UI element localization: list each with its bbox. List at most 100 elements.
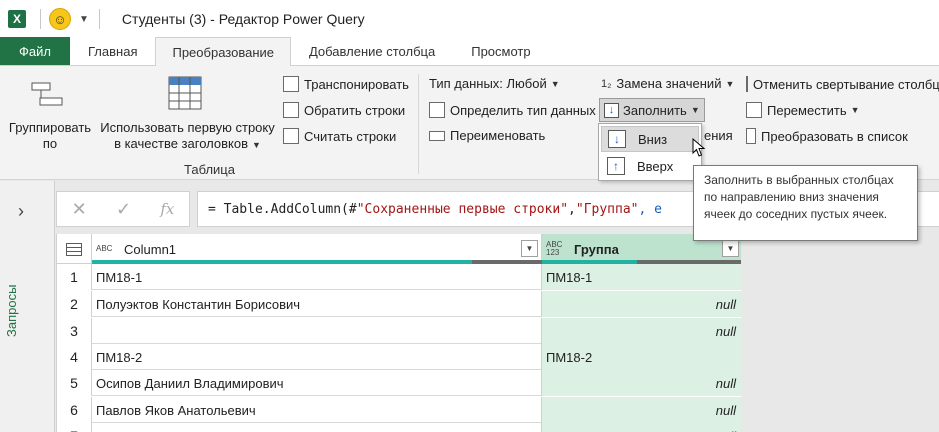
detect-type-icon: [429, 102, 445, 118]
queries-label[interactable]: Запросы: [4, 271, 44, 351]
move-icon: [746, 102, 762, 118]
filter-dropdown-icon[interactable]: ▼: [521, 240, 538, 257]
rename-label: Переименовать: [450, 128, 546, 143]
fill-up-label: Вверх: [637, 158, 674, 174]
window-title: Студенты (3) - Редактор Power Query: [121, 11, 365, 27]
row-number[interactable]: 1: [57, 264, 92, 290]
table-row: 3 null: [57, 318, 741, 344]
row-number[interactable]: 6: [57, 397, 92, 423]
excel-icon[interactable]: X: [8, 10, 26, 28]
fx-icon[interactable]: fx: [160, 200, 174, 218]
filter-dropdown-icon[interactable]: ▼: [722, 240, 739, 257]
grid-header: ABC Column1 ▼ ABC 123 Группа ▼: [57, 234, 741, 264]
reverse-rows-icon: [283, 102, 299, 118]
cell[interactable]: null: [542, 370, 741, 396]
column-name: Группа: [574, 241, 619, 257]
data-type-label: Тип данных: Любой: [429, 76, 547, 91]
cell[interactable]: null: [542, 291, 741, 317]
chevron-down-icon: ▼: [252, 140, 261, 150]
table-menu-icon[interactable]: [57, 234, 92, 264]
reverse-rows-button[interactable]: Обратить строки: [283, 102, 405, 118]
ribbon: Группировать по Использовать первую стро…: [0, 66, 939, 180]
cell[interactable]: null: [542, 397, 741, 423]
detect-type-label: Определить тип данных: [450, 102, 596, 118]
arrow-down-icon: ↓: [604, 102, 619, 118]
unpivot-label: Отменить свертывание столбцов: [753, 76, 939, 92]
fill-down-tooltip: Заполнить в выбранных столбцах по направ…: [693, 165, 918, 241]
row-number[interactable]: 3: [57, 318, 92, 344]
chevron-down-icon: ▼: [725, 78, 735, 89]
cell[interactable]: ПМ18-2: [92, 344, 542, 370]
use-first-row-label-1: Использовать первую строку: [100, 120, 275, 135]
row-number[interactable]: 4: [57, 344, 92, 370]
unpivot-button[interactable]: Отменить свертывание столбцов: [746, 76, 939, 92]
chevron-right-icon[interactable]: ›: [18, 201, 24, 222]
cell[interactable]: [92, 423, 542, 432]
cell[interactable]: Осипов Даниил Владимирович: [92, 370, 542, 396]
hidden-behind-menu-label: ения: [704, 128, 733, 143]
type-any-icon[interactable]: ABC 123: [546, 241, 568, 257]
fill-down-item[interactable]: ↓ Вниз: [601, 126, 699, 152]
group-by-button[interactable]: Группировать по: [6, 120, 94, 152]
table-row: 2 Полуэктов Константин Борисович null: [57, 291, 741, 317]
queries-pane: › Запросы: [0, 181, 55, 432]
formula-string-1: "Сохраненные первые строки": [356, 201, 569, 217]
cancel-icon[interactable]: ✕: [72, 199, 87, 220]
replace-values-button[interactable]: 1₂ Замена значений ▼: [601, 76, 734, 91]
title-bar: X ☺ ▼ Студенты (3) - Редактор Power Quer…: [0, 0, 939, 38]
chevron-down-icon: ▼: [550, 78, 560, 89]
arrow-up-icon: ↑: [607, 157, 625, 175]
group-by-label-1: Группировать: [8, 120, 92, 135]
tab-home[interactable]: Главная: [70, 37, 155, 65]
tab-file[interactable]: Файл: [0, 37, 70, 65]
row-number[interactable]: 2: [57, 291, 92, 317]
transpose-icon: [283, 76, 299, 92]
tab-add-column[interactable]: Добавление столбца: [291, 37, 453, 65]
type-text-icon[interactable]: ABC: [96, 245, 118, 253]
table-row: 5 Осипов Даниил Владимирович null: [57, 370, 741, 396]
count-rows-button[interactable]: Считать строки: [283, 128, 396, 144]
group-by-icon[interactable]: [30, 80, 66, 110]
table-row: 1 ПМ18-1 ПМ18-1: [57, 264, 741, 290]
row-number[interactable]: 5: [57, 370, 92, 396]
list-icon: [746, 128, 756, 144]
cell[interactable]: ПМ18-1: [542, 264, 741, 290]
detect-type-button[interactable]: Определить тип данных: [429, 102, 596, 118]
cell[interactable]: [92, 318, 542, 344]
rename-icon: [429, 130, 445, 141]
cell[interactable]: null: [542, 318, 741, 344]
tab-transform[interactable]: Преобразование: [155, 37, 291, 66]
ribbon-tabs: Файл Главная Преобразование Добавление с…: [0, 37, 939, 66]
cell[interactable]: Павлов Яков Анатольевич: [92, 397, 542, 423]
fill-label: Заполнить: [623, 102, 687, 118]
tab-view[interactable]: Просмотр: [453, 37, 548, 65]
confirm-icon[interactable]: ✓: [116, 199, 131, 220]
fill-down-label: Вниз: [638, 131, 668, 147]
feedback-smiley-icon[interactable]: ☺: [49, 8, 71, 30]
rename-button[interactable]: Переименовать: [429, 128, 545, 143]
fill-button[interactable]: ↓ Заполнить ▼: [599, 98, 705, 122]
fill-up-item[interactable]: ↑ Вверх: [601, 153, 699, 179]
divider: [418, 74, 419, 174]
cell[interactable]: ПМ18-1: [92, 264, 542, 290]
to-list-button[interactable]: Преобразовать в список: [746, 128, 908, 144]
use-first-row-icon[interactable]: [168, 76, 202, 110]
data-type-dropdown[interactable]: Тип данных: Любой ▼: [429, 76, 560, 91]
chevron-down-icon: ▼: [850, 105, 860, 115]
use-first-row-label-2-wrap: в качестве заголовков ▼: [95, 136, 280, 153]
transpose-button[interactable]: Транспонировать: [283, 76, 409, 92]
cell[interactable]: null: [542, 423, 741, 432]
row-number[interactable]: 7: [57, 423, 92, 432]
formula-sep: ,: [568, 201, 576, 217]
table-row: 4 ПМ18-2 ПМ18-2: [57, 344, 741, 370]
cell[interactable]: Полуэктов Константин Борисович: [92, 291, 542, 317]
quick-access-dropdown-icon[interactable]: ▼: [79, 14, 89, 25]
unpivot-icon: [746, 76, 748, 92]
move-button[interactable]: Переместить ▼: [746, 102, 860, 118]
arrow-down-icon: ↓: [608, 130, 626, 148]
cell[interactable]: ПМ18-2: [542, 344, 741, 370]
use-first-row-label-2: в качестве заголовков: [114, 136, 248, 151]
transpose-label: Транспонировать: [304, 76, 409, 92]
use-first-row-button[interactable]: Использовать первую строку в качестве за…: [95, 120, 280, 153]
reverse-rows-label: Обратить строки: [304, 102, 406, 118]
